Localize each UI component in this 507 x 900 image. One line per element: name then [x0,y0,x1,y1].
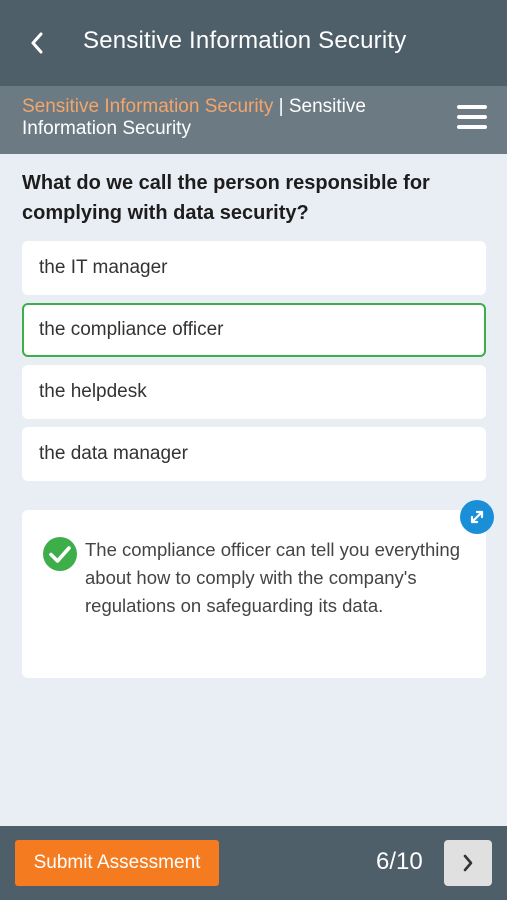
check-circle-icon [43,537,77,571]
app-header: Sensitive Information Security [0,0,507,86]
footer-bar: Submit Assessment 6/10 [0,826,507,900]
submit-assessment-button[interactable]: Submit Assessment [15,840,219,886]
menu-button[interactable] [457,105,489,133]
progress-counter: 6/10 [376,848,423,875]
page-title: Sensitive Information Security [83,27,407,54]
breadcrumb: Sensitive Information Security | Sensiti… [22,96,422,140]
expand-button[interactable] [460,500,494,534]
feedback-panel: The compliance officer can tell you ever… [22,510,486,678]
feedback-text: The compliance officer can tell you ever… [85,539,460,616]
answer-option-data-manager[interactable]: the data manager [22,427,486,481]
hamburger-menu-icon [457,105,487,109]
chevron-left-icon [31,32,43,54]
answer-option-compliance-officer[interactable]: the compliance officer [22,303,486,357]
chevron-right-icon [463,854,473,872]
expand-icon [470,510,484,524]
back-button[interactable] [22,28,52,58]
answer-option-helpdesk[interactable]: the helpdesk [22,365,486,419]
breadcrumb-bar: Sensitive Information Security | Sensiti… [0,86,507,154]
breadcrumb-course[interactable]: Sensitive Information Security [22,96,273,117]
answer-option-it-manager[interactable]: the IT manager [22,241,486,295]
question-text: What do we call the person responsible f… [22,172,430,224]
breadcrumb-separator: | [273,96,289,117]
next-button[interactable] [444,840,492,886]
